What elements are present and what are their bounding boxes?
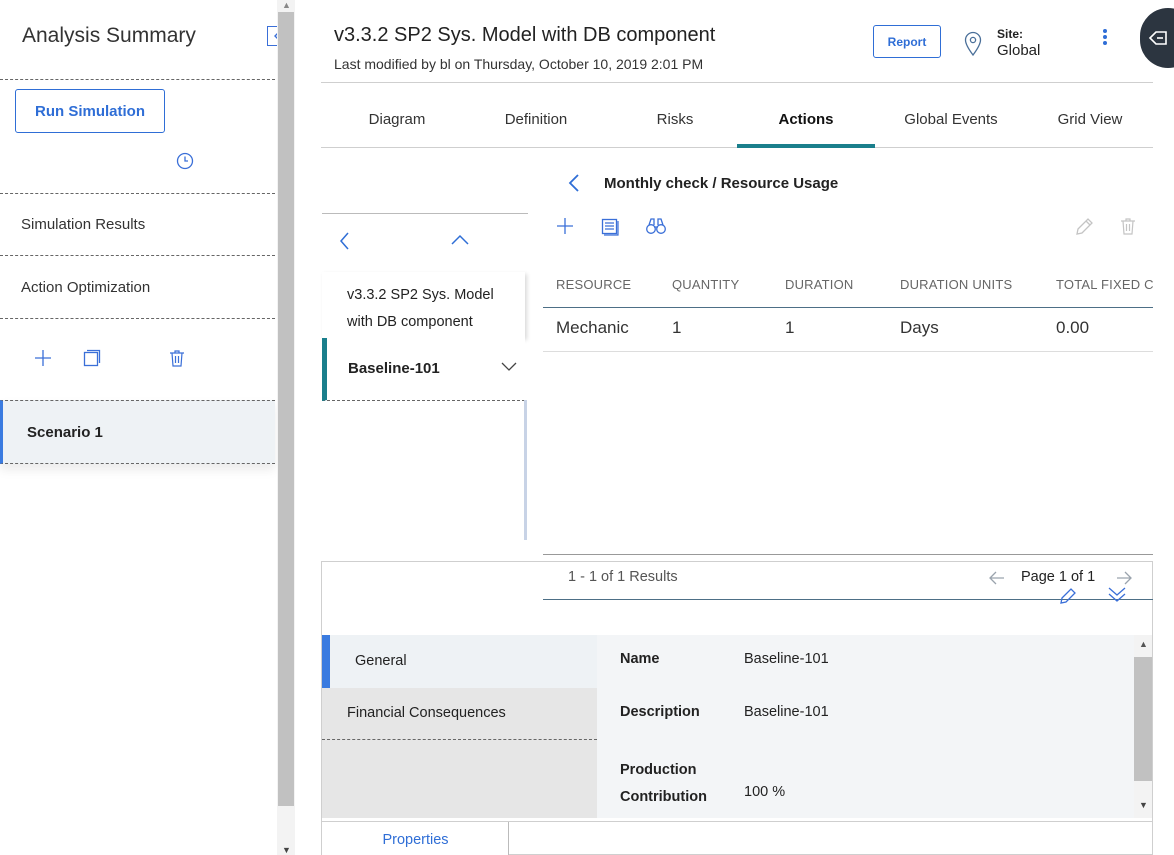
detail-scrollbar[interactable]: ▲ ▼	[1134, 635, 1152, 818]
arrow-right-icon[interactable]	[1116, 571, 1132, 585]
tree-scrollbar[interactable]	[524, 400, 527, 540]
table-cell: Mechanic	[556, 318, 629, 337]
double-chevron-down-icon[interactable]	[1107, 584, 1127, 604]
divider	[0, 193, 275, 194]
add-icon[interactable]	[33, 348, 53, 368]
field-production-contribution-label: Production Contribution	[620, 757, 707, 811]
action-optimization-item[interactable]: Action Optimization	[21, 279, 150, 296]
results-count: 1 - 1 of 1 Results	[568, 569, 678, 585]
breadcrumb: Monthly check / Resource Usage	[604, 175, 839, 192]
header-divider	[321, 82, 1153, 83]
tab-properties[interactable]: Properties	[322, 822, 509, 855]
kebab-menu-icon[interactable]	[1102, 28, 1108, 46]
trash-icon[interactable]	[1118, 216, 1138, 236]
section-financial-consequences[interactable]: Financial Consequences	[322, 688, 597, 740]
divider	[0, 318, 275, 319]
column-header[interactable]: TOTAL FIXED CO	[1056, 277, 1153, 292]
edit-pencil-icon[interactable]	[1058, 586, 1078, 606]
tab-definition[interactable]: Definition	[460, 108, 612, 148]
page-subtitle: Last modified by bl on Thursday, October…	[334, 56, 704, 72]
tab-diagram[interactable]: Diagram	[321, 108, 473, 148]
divider	[0, 255, 275, 256]
scrollbar-thumb[interactable]	[1134, 657, 1152, 781]
column-header[interactable]: RESOURCE	[556, 277, 631, 292]
trash-icon[interactable]	[167, 348, 187, 368]
add-icon[interactable]	[555, 216, 575, 236]
field-production-contribution-value: 100 %	[744, 784, 786, 800]
tab-grid-view[interactable]: Grid View	[1016, 108, 1164, 148]
divider	[0, 79, 275, 80]
scroll-down-icon[interactable]: ▼	[1139, 801, 1148, 810]
analysis-summary-panel: Analysis Summary Run Simulation Simulati…	[0, 0, 287, 855]
section-financial-label: Financial Consequences	[347, 705, 506, 721]
field-name-value: Baseline-101	[744, 651, 829, 667]
section-general[interactable]: General	[322, 635, 597, 688]
table-cell: 1	[785, 318, 795, 337]
report-sheet-icon[interactable]	[600, 216, 620, 236]
report-button[interactable]: Report	[873, 25, 941, 58]
active-tab-indicator	[737, 144, 875, 148]
page-title: v3.3.2 SP2 Sys. Model with DB component	[334, 24, 716, 46]
grid-header-divider	[543, 307, 1153, 308]
field-label-line: Production	[620, 762, 697, 778]
tab-properties-label: Properties	[382, 832, 449, 848]
field-description-label: Description	[620, 704, 700, 720]
back-chevron-icon[interactable]	[567, 173, 581, 193]
scroll-up-icon[interactable]: ▲	[1139, 640, 1148, 649]
copy-icon[interactable]	[82, 348, 102, 368]
site-label: Site:	[997, 27, 1024, 41]
field-name-label: Name	[620, 651, 660, 667]
row-divider	[543, 351, 1153, 352]
column-header[interactable]: DURATION	[785, 277, 854, 292]
up-chevron-icon[interactable]	[450, 234, 470, 246]
arrow-left-icon[interactable]	[989, 571, 1005, 585]
down-chevron-icon[interactable]	[501, 362, 517, 372]
site-value[interactable]: Global	[997, 42, 1040, 59]
history-clock-icon[interactable]	[175, 151, 195, 171]
tab-risks[interactable]: Risks	[599, 108, 751, 148]
tree-parent-item[interactable]: v3.3.2 SP2 Sys. Model with DB component	[322, 272, 525, 338]
tree-top-border	[322, 213, 528, 214]
scroll-up-icon[interactable]: ▲	[282, 1, 291, 10]
binoculars-icon[interactable]	[645, 216, 667, 236]
scenario-label: Scenario 1	[27, 424, 103, 441]
simulation-results-item[interactable]: Simulation Results	[21, 216, 145, 233]
tree-parent-label: v3.3.2 SP2 Sys. Model with DB component	[347, 287, 494, 330]
exit-icon[interactable]	[1140, 8, 1174, 68]
section-general-label: General	[355, 653, 407, 669]
location-pin-icon	[963, 31, 983, 57]
tab-actions[interactable]: Actions	[737, 108, 875, 148]
table-cell: 1	[672, 318, 682, 337]
page-indicator: Page 1 of 1	[1021, 569, 1096, 585]
tree-selected-item[interactable]: Baseline-101	[322, 338, 525, 401]
run-simulation-button[interactable]: Run Simulation	[15, 89, 165, 133]
tree-back-icon[interactable]	[338, 232, 350, 250]
table-cell: Days	[900, 318, 939, 337]
column-header-clip: TOTAL FIXED CO	[1056, 277, 1153, 292]
field-description-value: Baseline-101	[744, 704, 829, 720]
scrollbar-thumb[interactable]	[278, 12, 294, 806]
tree-selected-label: Baseline-101	[348, 360, 440, 377]
scroll-down-icon[interactable]: ▼	[282, 846, 291, 855]
grid-footer-divider	[543, 554, 1153, 555]
left-panel-scrollbar[interactable]: ▲ ▼	[277, 0, 295, 855]
column-header[interactable]: QUANTITY	[672, 277, 739, 292]
tab-global-events[interactable]: Global Events	[875, 108, 1027, 148]
scenario-item[interactable]: Scenario 1	[0, 400, 275, 464]
field-label-line: Contribution	[620, 789, 707, 805]
panel-title: Analysis Summary	[22, 24, 196, 47]
edit-pencil-icon[interactable]	[1073, 216, 1095, 238]
column-header[interactable]: DURATION UNITS	[900, 277, 1012, 292]
table-cell: 0.00	[1056, 318, 1090, 337]
